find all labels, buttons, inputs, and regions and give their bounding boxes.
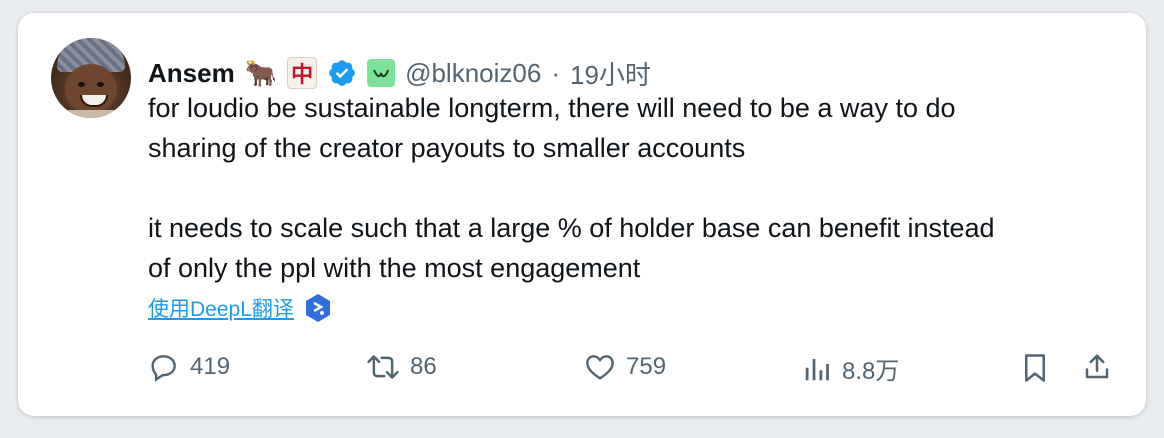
views-button[interactable]: 8.8万 [802, 351, 899, 386]
retweet-count: 86 [410, 353, 437, 380]
avatar-eye-left [78, 82, 85, 87]
retweet-button[interactable]: 86 [366, 351, 437, 383]
tweet-text-line: for loudio be sustainable longterm, ther… [148, 93, 956, 123]
reply-icon [151, 355, 176, 382]
share-button[interactable] [1082, 351, 1112, 383]
deepl-icon[interactable] [304, 293, 332, 323]
tweet-text: for loudio be sustainable longterm, ther… [148, 88, 1128, 288]
translate-row: 使用DeepL翻译 [148, 293, 332, 323]
author-avatar[interactable] [51, 38, 131, 118]
tweet-header: Ansem 🐂 中 @blknoiz06 · 19小时 [148, 55, 651, 91]
tweet-text-line: sharing of the creator payouts to smalle… [148, 133, 746, 163]
ox-emoji-icon: 🐂 [244, 58, 278, 88]
bookmark-icon [1025, 354, 1045, 382]
tweet-actions-bar: 419 86 759 8.8万 [148, 351, 1109, 391]
tweet-timestamp[interactable]: 19小时 [570, 55, 651, 92]
deepl-translate-link[interactable]: 使用DeepL翻译 [148, 293, 294, 323]
tweet-text-line: it needs to scale such that a large % of… [148, 213, 995, 243]
tweet-card[interactable]: Ansem 🐂 中 @blknoiz06 · 19小时 for loudio b… [18, 13, 1146, 416]
verified-badge-icon[interactable] [327, 58, 357, 88]
tweet-text-line: of only the ppl with the most engagement [148, 253, 641, 283]
avatar-eye-right [97, 82, 104, 87]
avatar-shirt [51, 110, 131, 118]
mahjong-zhong-icon: 中 [287, 57, 318, 89]
author-name[interactable]: Ansem [148, 58, 235, 89]
bookmark-button[interactable] [1020, 351, 1050, 385]
reply-count: 419 [190, 353, 231, 380]
retweet-icon [367, 355, 399, 379]
reply-button[interactable]: 419 [148, 351, 230, 383]
view-count: 8.8万 [842, 358, 900, 385]
heart-icon [586, 355, 614, 380]
like-count: 759 [626, 353, 667, 380]
author-handle[interactable]: @blknoiz06 [405, 58, 541, 89]
meta-separator: · [551, 57, 560, 88]
share-icon [1085, 354, 1109, 379]
affiliate-badge-icon[interactable] [367, 59, 396, 87]
like-button[interactable]: 759 [584, 351, 666, 383]
analytics-bar-icon [805, 358, 829, 380]
